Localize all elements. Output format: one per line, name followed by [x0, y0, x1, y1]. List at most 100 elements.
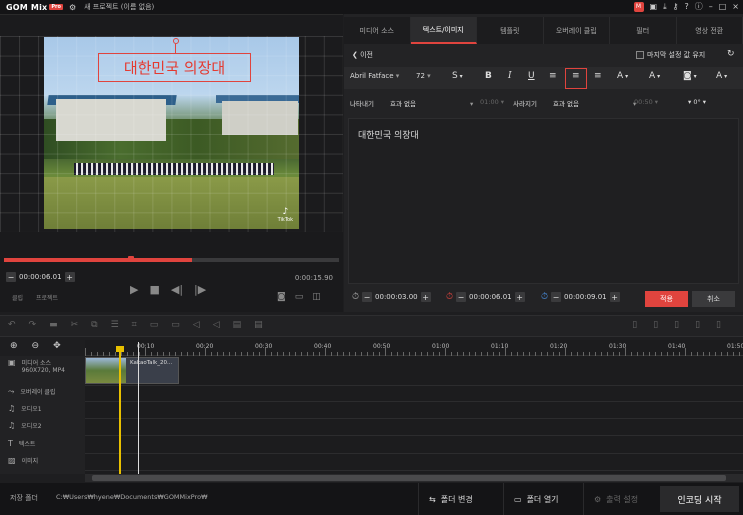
plus-button[interactable]: +: [609, 292, 620, 302]
settings-icon[interactable]: ☰: [111, 320, 119, 330]
file-rotate-icon[interactable]: ▯: [653, 320, 658, 330]
scrollbar-thumb[interactable]: [92, 475, 726, 481]
tab-3[interactable]: 오버레이 클립: [544, 17, 610, 44]
font-select[interactable]: Abril Fatface ▾: [350, 72, 399, 80]
caption-icon[interactable]: ▤: [254, 320, 263, 330]
next-frame-icon[interactable]: |▶: [194, 283, 206, 296]
move-icon[interactable]: ✥: [53, 341, 61, 351]
duration-time[interactable]: 00:00:03.00: [375, 293, 418, 301]
encode-button[interactable]: 인코딩 시작: [660, 486, 739, 512]
close-icon[interactable]: ×: [732, 2, 739, 11]
undo-icon[interactable]: ↶: [8, 320, 16, 330]
stop-icon[interactable]: ■: [149, 283, 159, 296]
subtitle-icon[interactable]: ▤: [233, 320, 242, 330]
tab-0[interactable]: 미디어 소스: [344, 17, 411, 44]
plus-button[interactable]: +: [514, 292, 525, 302]
track-header[interactable]: ▨ 이미지: [8, 456, 38, 465]
text-input[interactable]: [348, 118, 739, 284]
font-color-icon[interactable]: A ▾: [617, 71, 628, 81]
track-header[interactable]: ♫ 오디오1: [8, 404, 42, 413]
disappear-effect-select[interactable]: 효과 없음 ▾: [553, 98, 636, 108]
end-time[interactable]: 00:00:09.01: [564, 293, 607, 301]
screen-icon[interactable]: ▭: [150, 320, 159, 330]
underline-button[interactable]: U: [528, 71, 535, 81]
clip-mode[interactable]: 클립: [12, 293, 23, 302]
minus-button[interactable]: −: [362, 292, 373, 302]
redo-icon[interactable]: ↷: [29, 320, 37, 330]
output-settings-button[interactable]: ⚙ 출력 설정: [583, 483, 648, 515]
align-center-icon[interactable]: ≡: [572, 71, 580, 81]
play-icon[interactable]: ▶: [130, 283, 138, 296]
gear-icon[interactable]: ⚙: [69, 3, 76, 12]
split-icon[interactable]: ◫: [312, 292, 321, 302]
marker-handle[interactable]: [116, 346, 124, 352]
project-mode[interactable]: 프로젝트: [36, 293, 58, 302]
timeline-ruler[interactable]: 00:10 00:20 00:30 00:40 00:50 01:00 01:10 01:20…: [85, 340, 743, 356]
file-edit-icon[interactable]: ▯: [695, 320, 700, 330]
current-time[interactable]: 00:00:06.01: [19, 273, 62, 281]
file-check-icon[interactable]: ▯: [716, 320, 721, 330]
maximize-icon[interactable]: □: [719, 2, 727, 11]
track-header[interactable]: ▣ 미디어 소스 960X720, MP4: [8, 358, 65, 374]
disappear-time[interactable]: 00:50 ▾: [634, 98, 658, 106]
stroke-button[interactable]: S ▾: [452, 71, 463, 81]
cancel-button[interactable]: 취소: [692, 291, 735, 307]
playhead[interactable]: [138, 342, 139, 474]
plus-button[interactable]: +: [420, 292, 431, 302]
track-header[interactable]: ⤳ 오버레이 클립: [8, 387, 55, 397]
info-icon[interactable]: ⓘ: [695, 1, 703, 12]
reset-icon[interactable]: ↻: [727, 49, 735, 59]
tab-5[interactable]: 영상 전환: [677, 17, 743, 44]
bold-button[interactable]: B: [485, 71, 492, 81]
cut-icon[interactable]: ✂: [71, 320, 79, 330]
scrub-knob[interactable]: [127, 256, 134, 262]
text-overlay[interactable]: 대한민국 의장대: [98, 53, 251, 82]
size-select[interactable]: 72 ▾: [416, 72, 431, 80]
minimize-icon[interactable]: –: [709, 2, 713, 11]
keep-settings-toggle[interactable]: 마지막 설정 값 유지: [636, 50, 705, 60]
plus-button[interactable]: +: [64, 272, 75, 282]
save-icon[interactable]: ▣: [650, 2, 658, 11]
back-button[interactable]: ❮ 이전: [352, 50, 373, 60]
align-left-icon[interactable]: ≡: [549, 71, 557, 81]
screen-icon[interactable]: ▭: [295, 292, 304, 302]
zoom-out-icon[interactable]: ⊖: [32, 341, 40, 351]
zoom-in-icon[interactable]: ⊕: [10, 341, 18, 351]
track-header[interactable]: ♫ 오디오2: [8, 421, 42, 430]
prev-frame-icon[interactable]: ◀|: [171, 283, 183, 296]
rotate-handle[interactable]: [173, 38, 179, 44]
change-folder-button[interactable]: ⇆ 폴더 변경: [418, 483, 483, 515]
crop-icon[interactable]: ⌗: [132, 320, 137, 330]
italic-button[interactable]: I: [508, 71, 512, 81]
open-folder-button[interactable]: ▭ 폴더 열기: [503, 483, 569, 515]
minus-button[interactable]: −: [551, 292, 562, 302]
tab-2[interactable]: 템플릿: [477, 17, 544, 44]
help-icon[interactable]: ?: [684, 2, 688, 11]
appear-time[interactable]: 01:00 ▾: [480, 98, 504, 106]
notification-icon[interactable]: M: [633, 1, 644, 12]
minus-button[interactable]: −: [456, 292, 467, 302]
minus-button[interactable]: −: [6, 272, 16, 282]
tab-1[interactable]: 텍스트/이미지: [410, 17, 477, 44]
volume2-icon[interactable]: ◁: [213, 320, 220, 330]
shadow-color-icon[interactable]: A ▾: [716, 71, 727, 81]
file-save-icon[interactable]: ▯: [674, 320, 679, 330]
align-right-icon[interactable]: ≡: [594, 71, 602, 81]
highlight-color-icon[interactable]: A ▾: [649, 71, 660, 81]
rotation-select[interactable]: ▾ 0° ▾: [688, 98, 706, 106]
text-input-value[interactable]: 대한민국 의장대: [358, 128, 419, 141]
volume-icon[interactable]: ◁: [193, 320, 200, 330]
download-icon[interactable]: ⤓: [663, 2, 667, 12]
key-icon[interactable]: ⚷: [673, 2, 679, 11]
background-color-icon[interactable]: ◙ ▾: [683, 71, 697, 81]
track-header[interactable]: T 텍스트: [8, 439, 35, 448]
tab-4[interactable]: 필터: [610, 17, 677, 44]
copy-icon[interactable]: ⧉: [91, 320, 97, 330]
file-icon[interactable]: ▯: [632, 320, 637, 330]
camera-icon[interactable]: ◙: [277, 292, 286, 302]
screen2-icon[interactable]: ▭: [171, 320, 180, 330]
keep-settings-checkbox[interactable]: [636, 51, 644, 59]
delete-icon[interactable]: ▬: [49, 320, 58, 330]
appear-effect-select[interactable]: 효과 없음 ▾: [390, 98, 473, 108]
start-time[interactable]: 00:00:06.01: [469, 293, 512, 301]
